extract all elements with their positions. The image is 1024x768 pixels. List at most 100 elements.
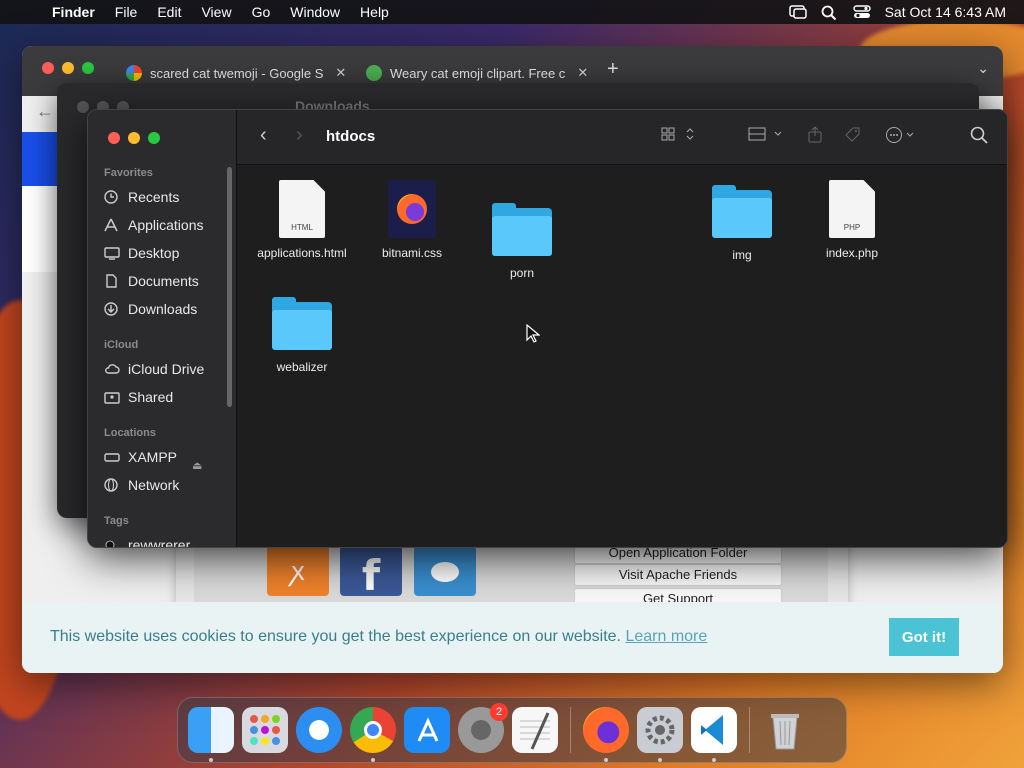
tab-title: Weary cat emoji clipart. Free c xyxy=(390,65,566,81)
search-icon[interactable] xyxy=(970,126,988,149)
menu-app-name[interactable]: Finder xyxy=(44,4,105,20)
menu-clock[interactable]: Sat Oct 14 6:43 AM xyxy=(885,4,1006,20)
folder-icon xyxy=(272,297,332,350)
drive-icon xyxy=(104,450,120,464)
dock-firefox-icon[interactable] xyxy=(583,707,629,762)
new-tab-icon[interactable]: + xyxy=(607,58,619,81)
more-actions-icon[interactable] xyxy=(885,126,921,149)
cookie-message: This website uses cookies to ensure you … xyxy=(50,628,708,645)
sidebar-item-network[interactable]: Network xyxy=(104,477,179,493)
dock-textedit-icon[interactable] xyxy=(512,707,558,753)
desktop-icon xyxy=(104,246,120,260)
html-file-icon: HTML xyxy=(279,180,325,238)
back-arrow-icon[interactable]: ← xyxy=(36,101,54,122)
dock-vscode-icon[interactable] xyxy=(691,707,737,762)
notification-badge: 2 xyxy=(490,703,508,721)
learn-more-link[interactable]: Learn more xyxy=(625,628,707,645)
sidebar-item-shared[interactable]: Shared xyxy=(104,389,173,405)
tab-close-icon[interactable]: ✕ xyxy=(335,65,346,81)
forward-chevron-icon[interactable]: › xyxy=(296,124,303,147)
sidebar-item-recents[interactable]: Recents xyxy=(104,189,179,205)
folder-item[interactable]: img xyxy=(687,185,797,262)
document-icon xyxy=(104,274,120,288)
shared-folder-icon xyxy=(104,390,120,404)
dock-chrome-icon[interactable] xyxy=(350,707,396,762)
sidebar-item-documents[interactable]: Documents xyxy=(104,273,199,289)
dock-separator xyxy=(749,707,750,753)
tab-title: scared cat twemoji - Google S xyxy=(150,65,324,81)
twitter-icon[interactable] xyxy=(414,546,476,596)
file-name: img xyxy=(732,248,752,262)
folder-item[interactable]: porn xyxy=(467,203,577,280)
sidebar-item-applications[interactable]: Applications xyxy=(104,217,204,233)
sidebar-item-downloads[interactable]: Downloads xyxy=(104,301,197,317)
dock-finder-icon[interactable] xyxy=(188,707,234,762)
file-item[interactable]: PHP index.php xyxy=(797,180,907,260)
chevron-down-icon[interactable]: ⌄ xyxy=(977,60,989,77)
page-header-strip xyxy=(22,132,58,186)
sidebar-item-desktop[interactable]: Desktop xyxy=(104,245,179,261)
browser-window-controls xyxy=(42,62,94,74)
spotlight-search-icon[interactable] xyxy=(821,5,839,21)
file-name: index.php xyxy=(825,246,879,260)
dock: 2 xyxy=(177,697,847,763)
zoom-button[interactable] xyxy=(148,132,160,144)
dock-separator xyxy=(570,707,571,753)
file-item[interactable]: bitnami.css xyxy=(357,180,467,260)
tag-icon[interactable] xyxy=(844,126,862,149)
dock-system-settings-icon[interactable]: 2 xyxy=(458,703,508,753)
share-icon[interactable] xyxy=(806,126,824,149)
file-name: porn xyxy=(509,266,535,280)
close-button[interactable] xyxy=(108,132,120,144)
file-item[interactable]: HTML applications.html xyxy=(247,180,357,260)
menu-window[interactable]: Window xyxy=(280,4,350,20)
sidebar-item-tag[interactable]: rewwrerer xyxy=(104,537,190,547)
screen-mirroring-icon[interactable] xyxy=(788,5,807,19)
dock-trash-icon[interactable] xyxy=(762,707,808,753)
finder-window-htdocs: Favorites Recents Applications Desktop D… xyxy=(87,109,1008,548)
back-chevron-icon[interactable]: ‹ xyxy=(260,124,267,147)
sidebar-section-icloud: iCloud xyxy=(104,339,139,351)
dock-launchpad-icon[interactable] xyxy=(242,707,288,753)
svg-text:ꭗ: ꭗ xyxy=(287,557,305,587)
svg-text:f: f xyxy=(362,551,381,596)
xampp-logo-icon[interactable]: ꭗ xyxy=(267,546,329,596)
control-center-icon[interactable] xyxy=(852,5,871,19)
php-file-icon: PHP xyxy=(829,180,875,238)
eject-icon[interactable]: ⏏ xyxy=(192,459,202,472)
facebook-icon[interactable]: f xyxy=(340,546,402,600)
close-button[interactable] xyxy=(42,62,54,74)
menu-help[interactable]: Help xyxy=(350,4,399,20)
icon-view-toggle-icon[interactable] xyxy=(661,126,697,147)
dock-app-store-icon[interactable] xyxy=(404,707,450,753)
menu-go[interactable]: Go xyxy=(242,4,281,20)
menu-bar: Finder File Edit View Go Window Help Sat… xyxy=(0,0,1024,24)
minimize-button[interactable] xyxy=(128,132,140,144)
menu-view[interactable]: View xyxy=(191,4,241,20)
folder-icon xyxy=(712,185,772,238)
mouse-cursor-icon xyxy=(526,324,540,343)
tab-close-icon[interactable]: ✕ xyxy=(577,65,588,81)
visit-apache-friends-button[interactable]: Visit Apache Friends xyxy=(574,564,782,586)
clock-icon xyxy=(104,190,120,204)
folder-item[interactable]: webalizer xyxy=(247,297,357,374)
file-name: applications.html xyxy=(257,246,347,260)
folder-icon xyxy=(492,203,552,256)
sidebar-item-icloud-drive[interactable]: iCloud Drive xyxy=(104,361,204,377)
network-globe-icon xyxy=(104,478,120,492)
group-by-icon[interactable] xyxy=(748,126,784,147)
dock-safari-icon[interactable] xyxy=(296,707,342,753)
cat-favicon-icon xyxy=(366,65,382,81)
google-favicon-icon xyxy=(126,65,142,81)
menu-edit[interactable]: Edit xyxy=(147,4,191,20)
sidebar-item-xampp[interactable]: XAMPP xyxy=(104,449,177,465)
dock-system-preferences-icon[interactable] xyxy=(637,707,683,762)
got-it-button[interactable]: Got it! xyxy=(889,618,959,656)
cloud-icon xyxy=(104,362,120,376)
minimize-button[interactable] xyxy=(62,62,74,74)
page-sidebar-strip xyxy=(22,186,58,272)
zoom-button[interactable] xyxy=(82,62,94,74)
menu-file[interactable]: File xyxy=(105,4,148,20)
sidebar-scrollbar[interactable] xyxy=(227,167,232,407)
applications-icon xyxy=(104,218,120,232)
